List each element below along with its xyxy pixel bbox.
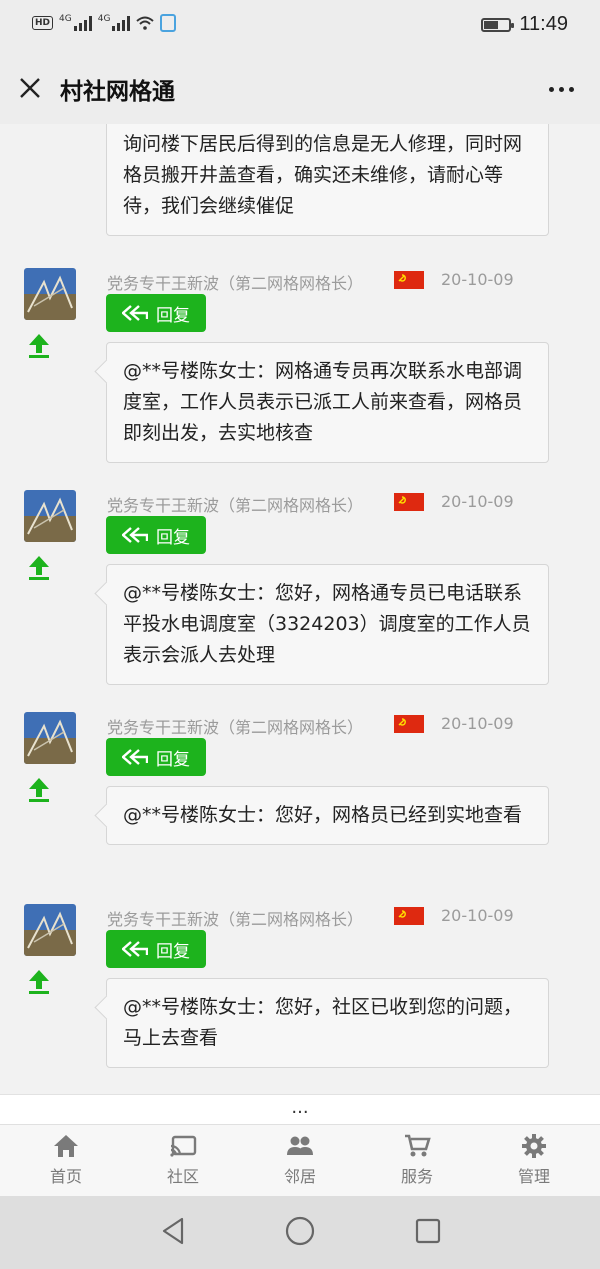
clock: 11:49 [519,13,568,35]
title-bar: 村社网格通 [0,52,600,124]
more-icon[interactable] [549,87,574,92]
message-bubble: @**号楼陈女士：网格通专员再次联系水电部调度室，工作人员表示已派工人前来查看，… [94,342,549,463]
flag-icon [394,493,424,511]
message-text: @**号楼陈女士：您好，网格通专员已电话联系平投水电调度室（3324203）调度… [123,582,531,666]
upload-icon[interactable] [28,776,50,802]
sim-icon [160,14,177,32]
tab-services[interactable]: 服务 [377,1133,457,1187]
avatar[interactable] [24,712,76,764]
battery-icon [481,17,515,32]
tab-label: 邻居 [283,1167,316,1186]
message-date: 20-10-09 [441,270,514,289]
upload-icon[interactable] [28,968,50,994]
home-button-icon[interactable] [283,1214,317,1248]
upload-icon[interactable] [28,554,50,580]
close-icon[interactable] [18,76,42,100]
author-name: 党务专干王新波（第二网格网格长） [107,496,364,515]
network-label-1: 4G [59,14,72,24]
reply-label: 回复 [156,749,190,770]
message-text: @**号楼陈女士：您好，网格员已经到实地查看 [123,804,523,826]
reply-button[interactable]: 回复 [106,738,206,776]
message-text: @**号楼陈女士：您好，社区已收到您的问题，马上去查看 [123,996,523,1049]
reply-button[interactable]: 回复 [106,516,206,554]
reply-button[interactable]: 回复 [106,930,206,968]
load-more[interactable]: ... [0,1094,600,1127]
recent-apps-icon[interactable] [411,1214,445,1248]
cast-icon [170,1135,197,1157]
status-bar: HD 4G 4G 11:49 [0,0,600,52]
message-text: @**号楼陈女士：网格通专员再次联系水电部调度室，工作人员表示已派工人前来查看，… [123,360,523,444]
message-date: 20-10-09 [441,492,514,511]
gear-icon [522,1134,546,1158]
back-icon[interactable] [156,1214,190,1248]
page-title: 村社网格通 [60,79,175,105]
message-bubble: @**号楼陈女士：您好，网格员已经到实地查看 [94,786,549,845]
message-date: 20-10-09 [441,714,514,733]
message-text: @**号楼陈女士：网格员已到，未见维修人员，询问楼下居民后得到的信息是无人修理，… [123,133,523,217]
author-name: 党务专干王新波（第二网格网格长） [107,718,364,737]
reply-label: 回复 [156,527,190,548]
message-bubble: @**号楼陈女士：您好，社区已收到您的问题，马上去查看 [94,978,549,1068]
tab-label: 首页 [49,1167,82,1186]
load-more-label: ... [291,1097,309,1118]
author-name: 党务专干王新波（第二网格网格长） [107,274,364,293]
reply-label: 回复 [156,941,190,962]
avatar[interactable] [24,268,76,320]
signal-icon [73,15,92,31]
system-nav-bar [0,1196,600,1269]
tab-manage[interactable]: 管理 [494,1133,574,1187]
cart-icon [405,1134,431,1157]
reply-button[interactable]: 回复 [106,294,206,332]
reply-all-icon [122,305,148,321]
reply-all-icon [122,749,148,765]
avatar[interactable] [24,490,76,542]
tab-home[interactable]: 首页 [26,1133,106,1187]
people-icon [287,1136,313,1155]
message-bubble: @**号楼陈女士：您好，网格通专员已电话联系平投水电调度室（3324203）调度… [94,564,549,685]
message-bubble: @**号楼陈女士：网格员已到，未见维修人员，询问楼下居民后得到的信息是无人修理，… [106,124,549,236]
home-icon [54,1135,78,1157]
tab-label: 社区 [166,1167,199,1186]
author-name: 党务专干王新波（第二网格网格长） [107,910,364,929]
bottom-tab-bar: 首页 社区 邻居 服务 管理 [0,1124,600,1197]
signal-icon-2 [112,15,131,31]
message-list[interactable]: @**号楼陈女士：网格员已到，未见维修人员，询问楼下居民后得到的信息是无人修理，… [0,124,600,1094]
upload-icon[interactable] [28,332,50,358]
message-date: 20-10-09 [441,906,514,925]
tab-label: 管理 [517,1167,550,1186]
flag-icon [394,907,424,925]
reply-label: 回复 [156,305,190,326]
flag-icon [394,271,424,289]
hd-badge: HD [32,16,54,30]
wifi-icon [136,16,155,30]
tab-community[interactable]: 社区 [143,1133,223,1187]
flag-icon [394,715,424,733]
tab-neighbors[interactable]: 邻居 [260,1133,340,1187]
avatar[interactable] [24,904,76,956]
reply-all-icon [122,527,148,543]
reply-all-icon [122,941,148,957]
tab-label: 服务 [400,1167,433,1186]
network-label-2: 4G [97,14,111,24]
